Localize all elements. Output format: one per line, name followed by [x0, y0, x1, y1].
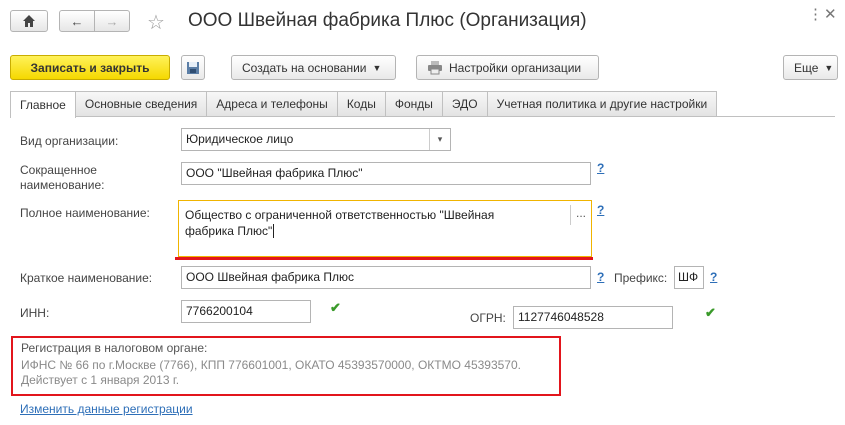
inn-label: ИНН: [20, 306, 50, 320]
save-button[interactable] [181, 55, 205, 80]
close-window-button[interactable]: ✕ [824, 5, 837, 23]
org-type-select[interactable]: Юридическое лицо ▾ [181, 128, 451, 151]
org-type-value: Юридическое лицо [186, 132, 294, 146]
short-name-help[interactable]: ? [597, 161, 604, 175]
tab-funds[interactable]: Фонды [384, 91, 443, 116]
tab-basic-info[interactable]: Основные сведения [74, 91, 208, 116]
tab-accounting-policy[interactable]: Учетная политика и другие настройки [486, 91, 718, 116]
org-settings-label: Настройки организации [449, 60, 582, 75]
full-name-line1: Общество с ограниченной ответственностью… [185, 208, 495, 222]
ogrn-label: ОГРН: [470, 311, 506, 325]
inn-valid-check-icon: ✔ [330, 300, 341, 315]
text-cursor [273, 224, 275, 238]
prefix-label: Префикс: [614, 271, 668, 285]
home-button[interactable] [10, 10, 48, 32]
create-based-on-button[interactable]: Создать на основании ▼ [231, 55, 396, 80]
ogrn-input[interactable]: 1127746048528 [513, 306, 673, 329]
more-button[interactable]: Еще ▼ [783, 55, 838, 80]
arrow-right-icon: → [105, 13, 119, 29]
dropdown-button[interactable]: ▾ [429, 129, 450, 150]
dropdown-arrow-icon: ▼ [372, 62, 382, 73]
create-based-on-label: Создать на основании [242, 60, 367, 75]
floppy-disk-icon [187, 61, 199, 74]
save-close-label: Записать и закрыть [30, 60, 150, 75]
short-name-label-line1: Сокращенное [20, 163, 97, 177]
back-button[interactable]: ← [59, 10, 95, 32]
more-label: Еще [794, 60, 819, 75]
tax-registration-valid-from: Действует с 1 января 2013 г. [21, 373, 180, 387]
tab-main[interactable]: Главное [10, 91, 76, 118]
prefix-input[interactable]: ШФ [674, 266, 704, 289]
change-registration-link[interactable]: Изменить данные регистрации [20, 402, 193, 416]
brief-name-help[interactable]: ? [597, 270, 604, 284]
prefix-help[interactable]: ? [710, 270, 717, 284]
forward-button[interactable]: → [94, 10, 130, 32]
full-name-expand-button[interactable]: ... [570, 205, 591, 225]
save-close-button[interactable]: Записать и закрыть [10, 55, 170, 80]
more-window-button[interactable]: ⋮ [808, 5, 823, 23]
printer-icon [428, 60, 442, 74]
full-name-label: Полное наименование: [20, 206, 150, 220]
tab-addresses-phones[interactable]: Адреса и телефоны [206, 91, 338, 116]
kebab-icon: ⋮ [808, 6, 823, 23]
full-name-line2: фабрика Плюс" [185, 224, 273, 238]
org-settings-button[interactable]: Настройки организации [416, 55, 599, 80]
full-name-help[interactable]: ? [597, 203, 604, 217]
brief-name-label: Краткое наименование: [20, 271, 153, 285]
brief-name-input[interactable]: ООО Швейная фабрика Плюс [181, 266, 591, 289]
favorite-button[interactable]: ☆ [147, 10, 165, 35]
dropdown-arrow-icon: ▼ [824, 62, 834, 73]
short-name-input[interactable]: ООО "Швейная фабрика Плюс" [181, 162, 591, 185]
close-icon: ✕ [824, 6, 837, 23]
home-icon [23, 15, 35, 27]
inn-input[interactable]: 7766200104 [181, 300, 311, 323]
tab-codes[interactable]: Коды [336, 91, 386, 116]
ellipsis-icon: ... [575, 206, 586, 220]
tax-registration-label: Регистрация в налоговом органе: [21, 341, 208, 355]
tab-divider [10, 116, 835, 117]
org-type-label: Вид организации: [20, 134, 119, 148]
tab-edo[interactable]: ЭДО [441, 91, 488, 116]
full-name-textarea[interactable]: Общество с ограниченной ответственностью… [178, 200, 592, 257]
star-icon: ☆ [147, 12, 165, 34]
short-name-label-line2: наименование: [20, 178, 105, 192]
chevron-down-icon: ▾ [437, 134, 443, 144]
tax-registration-details: ИФНС № 66 по г.Москве (7766), КПП 776601… [21, 358, 521, 372]
tax-registration-box: Регистрация в налоговом органе: ИФНС № 6… [11, 336, 561, 396]
ogrn-valid-check-icon: ✔ [705, 305, 716, 320]
tab-bar: Главное Основные сведения Адреса и телеф… [10, 91, 718, 118]
window-title: ООО Швейная фабрика Плюс (Организация) [188, 10, 587, 31]
arrow-left-icon: ← [70, 13, 84, 29]
